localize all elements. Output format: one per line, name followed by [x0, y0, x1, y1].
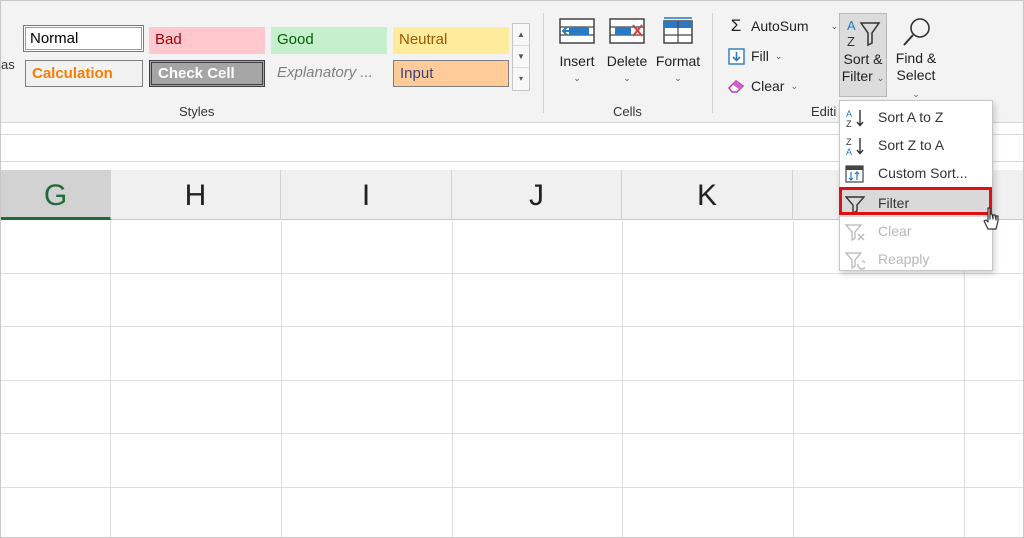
eraser-icon: [727, 77, 745, 95]
autosum-button[interactable]: Σ AutoSum ⌄: [727, 16, 839, 35]
menu-item-custom-sort[interactable]: Custom Sort...: [840, 159, 992, 187]
sort-filter-icon: A Z: [847, 18, 881, 49]
sort-az-icon: AZ: [845, 108, 865, 128]
custom-sort-icon: [845, 164, 865, 184]
ribbon-cut-label: as: [1, 57, 15, 72]
svg-text:A: A: [846, 147, 852, 156]
style-bad[interactable]: Bad: [149, 27, 265, 54]
chevron-down-icon: ⌄: [674, 73, 682, 83]
delete-button[interactable]: Delete ⌄: [601, 17, 653, 84]
style-neutral[interactable]: Neutral: [393, 27, 509, 54]
svg-text:Z: Z: [846, 137, 852, 147]
menu-item-label: Sort Z to A: [878, 137, 945, 153]
column-header-j[interactable]: J: [452, 170, 622, 220]
clear-label: Clear: [751, 78, 785, 94]
editing-group-label: Editi: [811, 104, 837, 119]
column-header-h[interactable]: H: [111, 170, 281, 220]
sort-filter-button[interactable]: A Z Sort & Filter ⌄: [839, 13, 887, 97]
style-calculation[interactable]: Calculation: [25, 60, 143, 87]
excel-window: as Normal Bad Good Neutral Calculation C…: [0, 0, 1024, 538]
gallery-up-icon[interactable]: ▲: [513, 24, 529, 46]
column-header-i[interactable]: I: [281, 170, 452, 220]
svg-text:A: A: [846, 109, 852, 119]
gallery-more-icon[interactable]: ▾: [513, 68, 529, 90]
styles-group-label: Styles: [179, 104, 215, 119]
chevron-down-icon: ⌄: [912, 89, 920, 99]
menu-item-clear: Clear: [840, 217, 992, 245]
clear-filter-icon: [845, 222, 865, 242]
column-header-k[interactable]: K: [622, 170, 793, 220]
find-select-button[interactable]: Find & Select ⌄: [891, 13, 941, 99]
cell-styles-gallery: Normal Bad Good Neutral Calculation Chec…: [23, 25, 513, 89]
cells-group-label: Cells: [613, 104, 642, 119]
style-check-cell[interactable]: Check Cell: [149, 60, 265, 87]
filter-highlight-box: [839, 187, 992, 215]
insert-label: Insert: [559, 53, 595, 69]
svg-text:Z: Z: [847, 34, 855, 49]
menu-item-label: Custom Sort...: [878, 165, 968, 181]
mouse-pointer-icon: [983, 207, 999, 230]
sort-filter-label-1: Sort &: [843, 51, 883, 67]
menu-item-sort-z-to-a[interactable]: ZA Sort Z to A: [840, 131, 992, 159]
grid-line: [1, 380, 1023, 381]
sort-filter-menu: AZ Sort A to Z ZA Sort Z to A Custom Sor…: [839, 100, 993, 271]
style-normal[interactable]: Normal: [23, 25, 144, 52]
format-cells-icon: [663, 17, 693, 44]
sort-za-icon: ZA: [845, 136, 865, 156]
style-input[interactable]: Input: [393, 60, 509, 87]
chevron-down-icon: ⌄: [876, 73, 885, 83]
style-good[interactable]: Good: [271, 27, 387, 54]
insert-button[interactable]: Insert ⌄: [551, 17, 603, 84]
menu-item-label: Reapply: [878, 251, 930, 267]
clear-button[interactable]: Clear ⌄: [727, 77, 798, 95]
delete-label: Delete: [606, 53, 648, 69]
chevron-down-icon: ⌄: [573, 73, 581, 83]
column-header-g[interactable]: G: [1, 170, 111, 220]
grid-line: [1, 273, 1023, 274]
grid-line: [1, 487, 1023, 488]
chevron-down-icon: ⌄: [623, 73, 631, 83]
group-separator: [543, 13, 544, 113]
style-explanatory[interactable]: Explanatory ...: [271, 60, 387, 87]
format-label: Format: [655, 53, 701, 69]
svg-text:Z: Z: [846, 119, 852, 128]
menu-item-label: Clear: [878, 223, 912, 239]
styles-gallery-scroll: ▲ ▼ ▾: [512, 23, 530, 91]
menu-item-sort-a-to-z[interactable]: AZ Sort A to Z: [840, 103, 992, 131]
group-separator: [712, 13, 713, 113]
format-button[interactable]: Format ⌄: [652, 17, 704, 84]
find-select-label-1: Find &: [895, 50, 937, 66]
chevron-down-icon: ⌄: [774, 50, 783, 61]
insert-cells-icon: [559, 18, 595, 44]
grid-line: [1, 326, 1023, 327]
chevron-down-icon[interactable]: ⌄: [831, 21, 839, 32]
sort-filter-label-2: Filter: [841, 68, 873, 84]
fill-down-icon: [727, 47, 745, 65]
grid-line: [1, 433, 1023, 434]
fill-label: Fill: [751, 48, 769, 64]
sigma-icon: Σ: [730, 16, 742, 35]
autosum-label: AutoSum: [751, 18, 809, 34]
menu-item-reapply: Reapply: [840, 245, 992, 273]
svg-text:A: A: [847, 18, 856, 33]
gallery-down-icon[interactable]: ▼: [513, 46, 529, 68]
reapply-icon: [845, 250, 865, 270]
find-select-label-2: Select: [896, 67, 936, 83]
delete-cells-icon: [609, 18, 645, 44]
magnifier-icon: [903, 18, 930, 46]
chevron-down-icon: ⌄: [790, 80, 799, 91]
menu-item-label: Sort A to Z: [878, 109, 944, 125]
fill-button[interactable]: Fill ⌄: [727, 47, 782, 65]
